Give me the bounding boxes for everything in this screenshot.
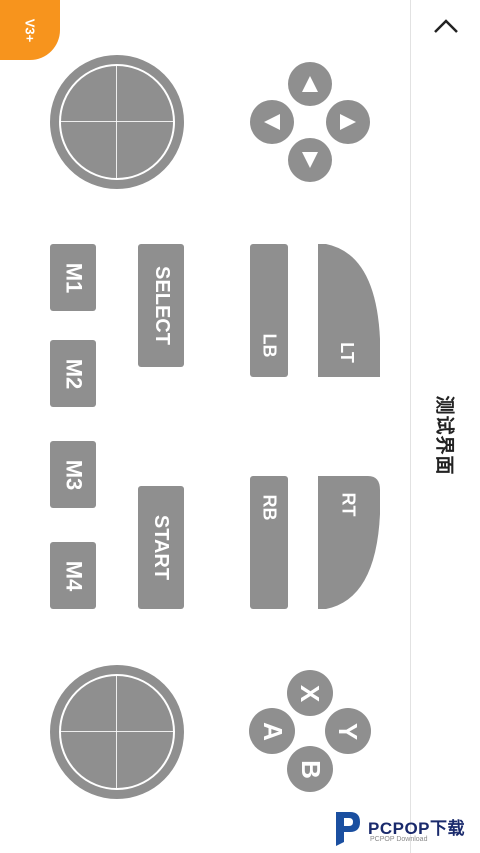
chevron-up-icon[interactable] bbox=[432, 14, 460, 38]
macro-button-label: M4 bbox=[61, 560, 86, 591]
dpad-right-button[interactable] bbox=[288, 62, 332, 106]
triangle-down-icon bbox=[302, 152, 318, 168]
face-button-y[interactable]: Y bbox=[325, 708, 371, 754]
macro-button-label: M1 bbox=[61, 262, 86, 293]
stick-crosshair-h bbox=[59, 731, 175, 732]
panel-divider bbox=[410, 0, 411, 853]
face-button-a[interactable]: A bbox=[249, 708, 295, 754]
face-button-x[interactable]: X bbox=[287, 670, 333, 716]
face-button-b[interactable]: B bbox=[287, 746, 333, 792]
rt-trigger[interactable]: RT bbox=[318, 476, 380, 609]
lt-trigger[interactable]: LT bbox=[318, 244, 380, 377]
macro-button-label: M3 bbox=[61, 459, 86, 490]
select-button[interactable]: SELECT bbox=[138, 244, 184, 367]
triangle-up-icon bbox=[302, 76, 318, 92]
face-button-label: Y bbox=[333, 722, 364, 740]
stick-crosshair-v bbox=[116, 674, 117, 790]
stick-crosshair-v bbox=[116, 64, 117, 180]
stick-crosshair-h bbox=[59, 121, 175, 122]
panel-title: 测试界面 bbox=[422, 380, 470, 490]
left-analog-stick[interactable] bbox=[50, 55, 184, 189]
macro-button-m3[interactable]: M3 bbox=[50, 441, 96, 508]
dpad-down-button[interactable] bbox=[250, 100, 294, 144]
start-button[interactable]: START bbox=[138, 486, 184, 609]
watermark-subtext: PCPOP Download bbox=[370, 836, 428, 843]
app-badge[interactable]: V3+ bbox=[0, 0, 60, 60]
watermark: PCPOP下载 PCPOP Download bbox=[330, 806, 480, 850]
stick-ring bbox=[59, 64, 175, 180]
dpad-up-button[interactable] bbox=[326, 100, 370, 144]
lb-button-label: LB bbox=[259, 333, 280, 358]
macro-button-m4[interactable]: M4 bbox=[50, 542, 96, 609]
stick-ring bbox=[59, 674, 175, 790]
face-button-label: A bbox=[257, 721, 288, 741]
macro-button-m1[interactable]: M1 bbox=[50, 244, 96, 311]
rb-button-label: RB bbox=[259, 494, 280, 521]
lb-button[interactable]: LB bbox=[250, 244, 288, 377]
triangle-right-icon bbox=[340, 114, 356, 130]
rb-button[interactable]: RB bbox=[250, 476, 288, 609]
start-button-label: START bbox=[150, 514, 173, 581]
macro-button-label: M2 bbox=[61, 358, 86, 389]
dpad-left-button[interactable] bbox=[288, 138, 332, 182]
right-analog-stick[interactable] bbox=[50, 665, 184, 799]
face-button-label: X bbox=[295, 684, 326, 702]
triangle-left-icon bbox=[264, 114, 280, 130]
pcpop-logo-icon bbox=[336, 812, 360, 846]
macro-button-m2[interactable]: M2 bbox=[50, 340, 96, 407]
select-button-label: SELECT bbox=[150, 266, 173, 345]
rt-trigger-label: RT bbox=[338, 492, 359, 517]
face-button-label: B bbox=[295, 759, 326, 779]
lt-trigger-label: LT bbox=[336, 342, 357, 363]
panel-title-text: 测试界面 bbox=[433, 394, 455, 476]
app-badge-label: V3+ bbox=[22, 18, 38, 42]
